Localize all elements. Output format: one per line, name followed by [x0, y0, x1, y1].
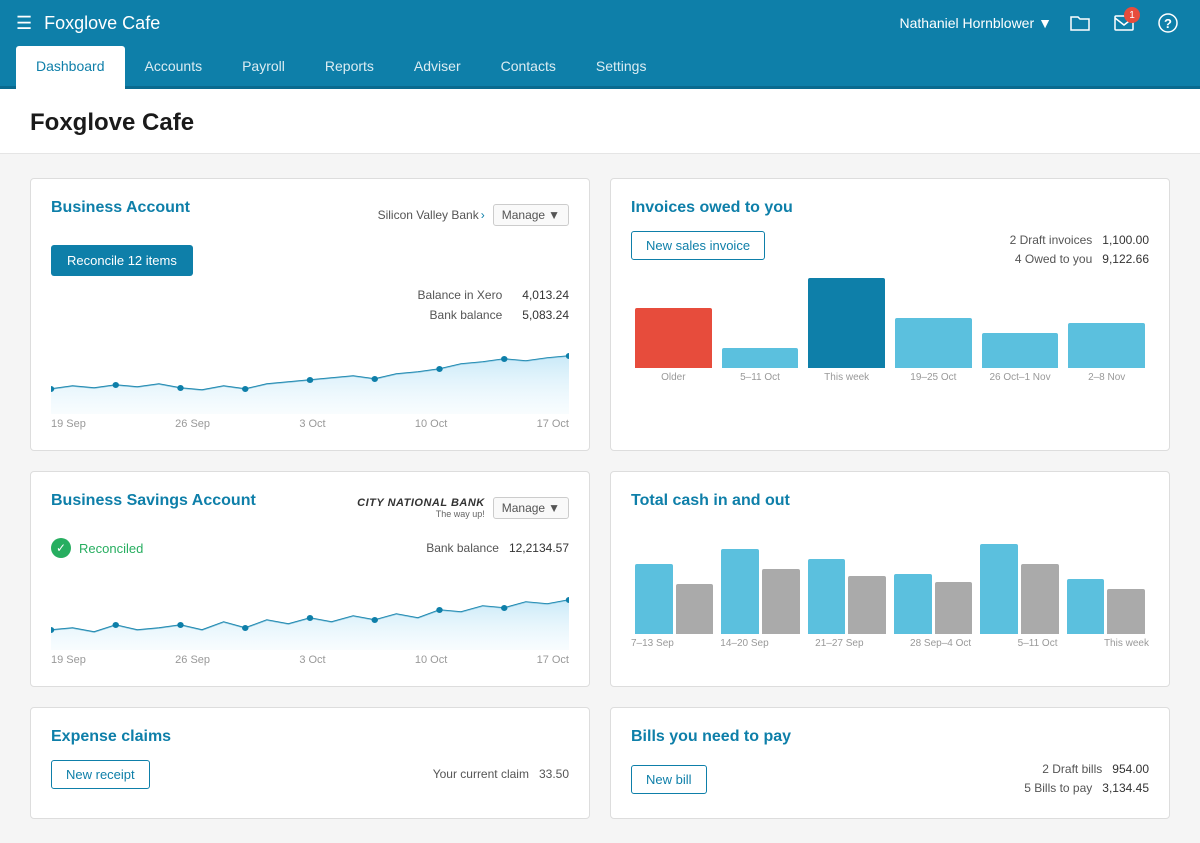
- cash-bar-5-11-oct: [980, 544, 1058, 634]
- expense-claims-row: New receipt Your current claim 33.50: [51, 760, 569, 789]
- business-account-chart: [51, 334, 569, 414]
- bills-card: Bills you need to pay New bill 2 Draft b…: [610, 707, 1170, 819]
- bar-this-week: This week: [808, 278, 885, 383]
- app-title: Foxglove Cafe: [44, 13, 160, 34]
- business-account-card: Business Account Silicon Valley Bank › M…: [30, 178, 590, 451]
- cash-bar-21-27-sep: [808, 559, 886, 634]
- savings-account-header: Business Savings Account CITY NATIONAL B…: [51, 492, 569, 524]
- savings-account-title: Business Savings Account: [51, 492, 256, 510]
- notification-badge: 1: [1124, 7, 1140, 23]
- savings-chart-labels: 19 Sep 26 Sep 3 Oct 10 Oct 17 Oct: [51, 654, 569, 666]
- chevron-down-icon: ▼: [548, 208, 560, 222]
- tab-settings[interactable]: Settings: [576, 46, 667, 89]
- xero-balance-row: Balance in Xero 4,013.24: [418, 288, 569, 302]
- bills-row: New bill 2 Draft bills 954.00 5 Bills to…: [631, 760, 1149, 798]
- cash-chart-labels: 7–13 Sep 14–20 Sep 21–27 Sep 28 Sep–4 Oc…: [631, 638, 1149, 649]
- bar-2-8-nov: 2–8 Nov: [1068, 323, 1145, 383]
- bar-5-11-oct: 5–11 Oct: [722, 348, 799, 383]
- cash-bar-28-sep-4-oct: [894, 574, 972, 634]
- invoices-header: New sales invoice 2 Draft invoices 1,100…: [631, 231, 1149, 269]
- cash-bar-this-week: [1067, 579, 1145, 634]
- bills-stats: 2 Draft bills 954.00 5 Bills to pay 3,13…: [1024, 760, 1149, 798]
- page-title: Foxglove Cafe: [30, 109, 1170, 137]
- nav-tabs: Dashboard Accounts Payroll Reports Advis…: [0, 46, 1200, 89]
- bar-26-oct-1-nov: 26 Oct–1 Nov: [982, 333, 1059, 383]
- cash-chart: [631, 524, 1149, 634]
- invoice-stats: 2 Draft invoices 1,100.00 4 Owed to you …: [1010, 231, 1149, 269]
- top-bar-right: Nathaniel Hornblower ▼ 1 ?: [900, 7, 1185, 39]
- page-header: Foxglove Cafe: [0, 89, 1200, 154]
- claim-info: Your current claim 33.50: [433, 764, 569, 786]
- dashboard-grid: Business Account Silicon Valley Bank › M…: [30, 178, 1170, 819]
- invoices-title: Invoices owed to you: [631, 199, 1149, 217]
- mail-icon[interactable]: 1: [1108, 7, 1140, 39]
- top-bar: ☰ Foxglove Cafe Nathaniel Hornblower ▼ 1…: [0, 0, 1200, 46]
- tab-reports[interactable]: Reports: [305, 46, 394, 89]
- top-bar-left: ☰ Foxglove Cafe: [16, 13, 160, 34]
- invoices-owed-card: Invoices owed to you New sales invoice 2…: [610, 178, 1170, 451]
- main-content: Business Account Silicon Valley Bank › M…: [0, 154, 1200, 843]
- reconcile-button[interactable]: Reconcile 12 items: [51, 245, 193, 276]
- manage-button[interactable]: Manage ▼: [493, 204, 569, 226]
- svg-text:?: ?: [1164, 16, 1172, 31]
- tab-accounts[interactable]: Accounts: [125, 46, 223, 89]
- bar-older: Older: [635, 308, 712, 383]
- cash-bar-14-20-sep: [721, 549, 799, 634]
- savings-account-card: Business Savings Account CITY NATIONAL B…: [30, 471, 590, 687]
- help-icon[interactable]: ?: [1152, 7, 1184, 39]
- bank-balance-row: Bank balance 5,083.24: [430, 308, 569, 322]
- business-account-chart-labels: 19 Sep 26 Sep 3 Oct 10 Oct 17 Oct: [51, 418, 569, 430]
- tab-adviser[interactable]: Adviser: [394, 46, 481, 89]
- total-cash-title: Total cash in and out: [631, 492, 1149, 510]
- business-account-title: Business Account: [51, 199, 190, 217]
- cash-bar-7-13-sep: [635, 564, 713, 634]
- reconciled-text: Reconciled: [79, 541, 143, 556]
- business-account-header: Business Account Silicon Valley Bank › M…: [51, 199, 569, 231]
- bank-name: Silicon Valley Bank ›: [378, 208, 485, 222]
- hamburger-icon[interactable]: ☰: [16, 13, 32, 34]
- new-bill-button[interactable]: New bill: [631, 765, 707, 794]
- user-menu[interactable]: Nathaniel Hornblower ▼: [900, 15, 1053, 31]
- folder-icon[interactable]: [1064, 7, 1096, 39]
- new-sales-invoice-button[interactable]: New sales invoice: [631, 231, 765, 260]
- tab-contacts[interactable]: Contacts: [481, 46, 576, 89]
- city-national-bank-logo: CITY NATIONAL BANK The way up!: [357, 497, 485, 519]
- tab-dashboard[interactable]: Dashboard: [16, 46, 125, 89]
- expense-claims-card: Expense claims New receipt Your current …: [30, 707, 590, 819]
- tab-payroll[interactable]: Payroll: [222, 46, 305, 89]
- chevron-down-icon: ▼: [548, 501, 560, 515]
- savings-manage-button[interactable]: Manage ▼: [493, 497, 569, 519]
- bills-title: Bills you need to pay: [631, 728, 1149, 746]
- bank-link-arrow: ›: [481, 208, 485, 222]
- check-circle-icon: ✓: [51, 538, 71, 558]
- savings-balance-label: Bank balance 12,2134.57: [426, 541, 569, 555]
- expense-claims-title: Expense claims: [51, 728, 569, 746]
- invoices-bar-chart: Older 5–11 Oct This week 19–25 Oct 26 Oc…: [631, 283, 1149, 383]
- new-receipt-button[interactable]: New receipt: [51, 760, 150, 789]
- chevron-down-icon: ▼: [1038, 15, 1052, 31]
- total-cash-card: Total cash in and out: [610, 471, 1170, 687]
- reconciled-row: ✓ Reconciled Bank balance 12,2134.57: [51, 538, 569, 558]
- savings-account-chart: [51, 570, 569, 650]
- bar-19-25-oct: 19–25 Oct: [895, 318, 972, 383]
